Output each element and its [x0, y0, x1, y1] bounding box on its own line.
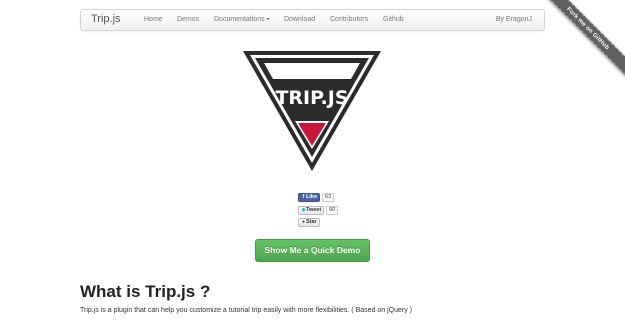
nav-contributors[interactable]: Contributors: [330, 16, 368, 23]
caret-down-icon: [265, 18, 270, 20]
nav-documentations-dropdown[interactable]: Documentations: [214, 16, 270, 23]
logo-top-band: [264, 63, 360, 79]
github-star-label: Star: [306, 219, 317, 225]
facebook-like-count: 63: [322, 193, 335, 202]
logo-text: TRIP.JS: [275, 87, 348, 109]
nav-documentations-label: Documentations: [214, 16, 265, 23]
section-description: Trip.js is a plugin that can help you cu…: [80, 307, 412, 314]
nav-github[interactable]: Github: [383, 16, 404, 23]
nav-author[interactable]: By EragonJ: [496, 16, 532, 23]
nav-demos[interactable]: Demos: [177, 16, 199, 23]
brand-link[interactable]: Trip.js: [91, 13, 121, 25]
nav-download[interactable]: Download: [284, 16, 315, 23]
facebook-like-button[interactable]: f Like: [298, 193, 321, 202]
quick-demo-button[interactable]: Show Me a Quick Demo: [255, 239, 370, 262]
facebook-like-label: Like: [306, 194, 318, 200]
github-star-button[interactable]: ●Star: [298, 218, 320, 227]
github-star-widget: ●Star: [298, 218, 320, 236]
tripjs-logo: TRIP.JS: [243, 51, 381, 171]
tweet-count: 60: [326, 206, 339, 215]
section-heading: What is Trip.js ?: [80, 282, 211, 301]
nav-home[interactable]: Home: [144, 16, 163, 23]
tweet-label: Tweet: [306, 207, 322, 213]
tweet-button[interactable]: ◆Tweet: [298, 206, 325, 215]
navbar: Trip.js Home Demos Documentations Downlo…: [80, 9, 545, 31]
